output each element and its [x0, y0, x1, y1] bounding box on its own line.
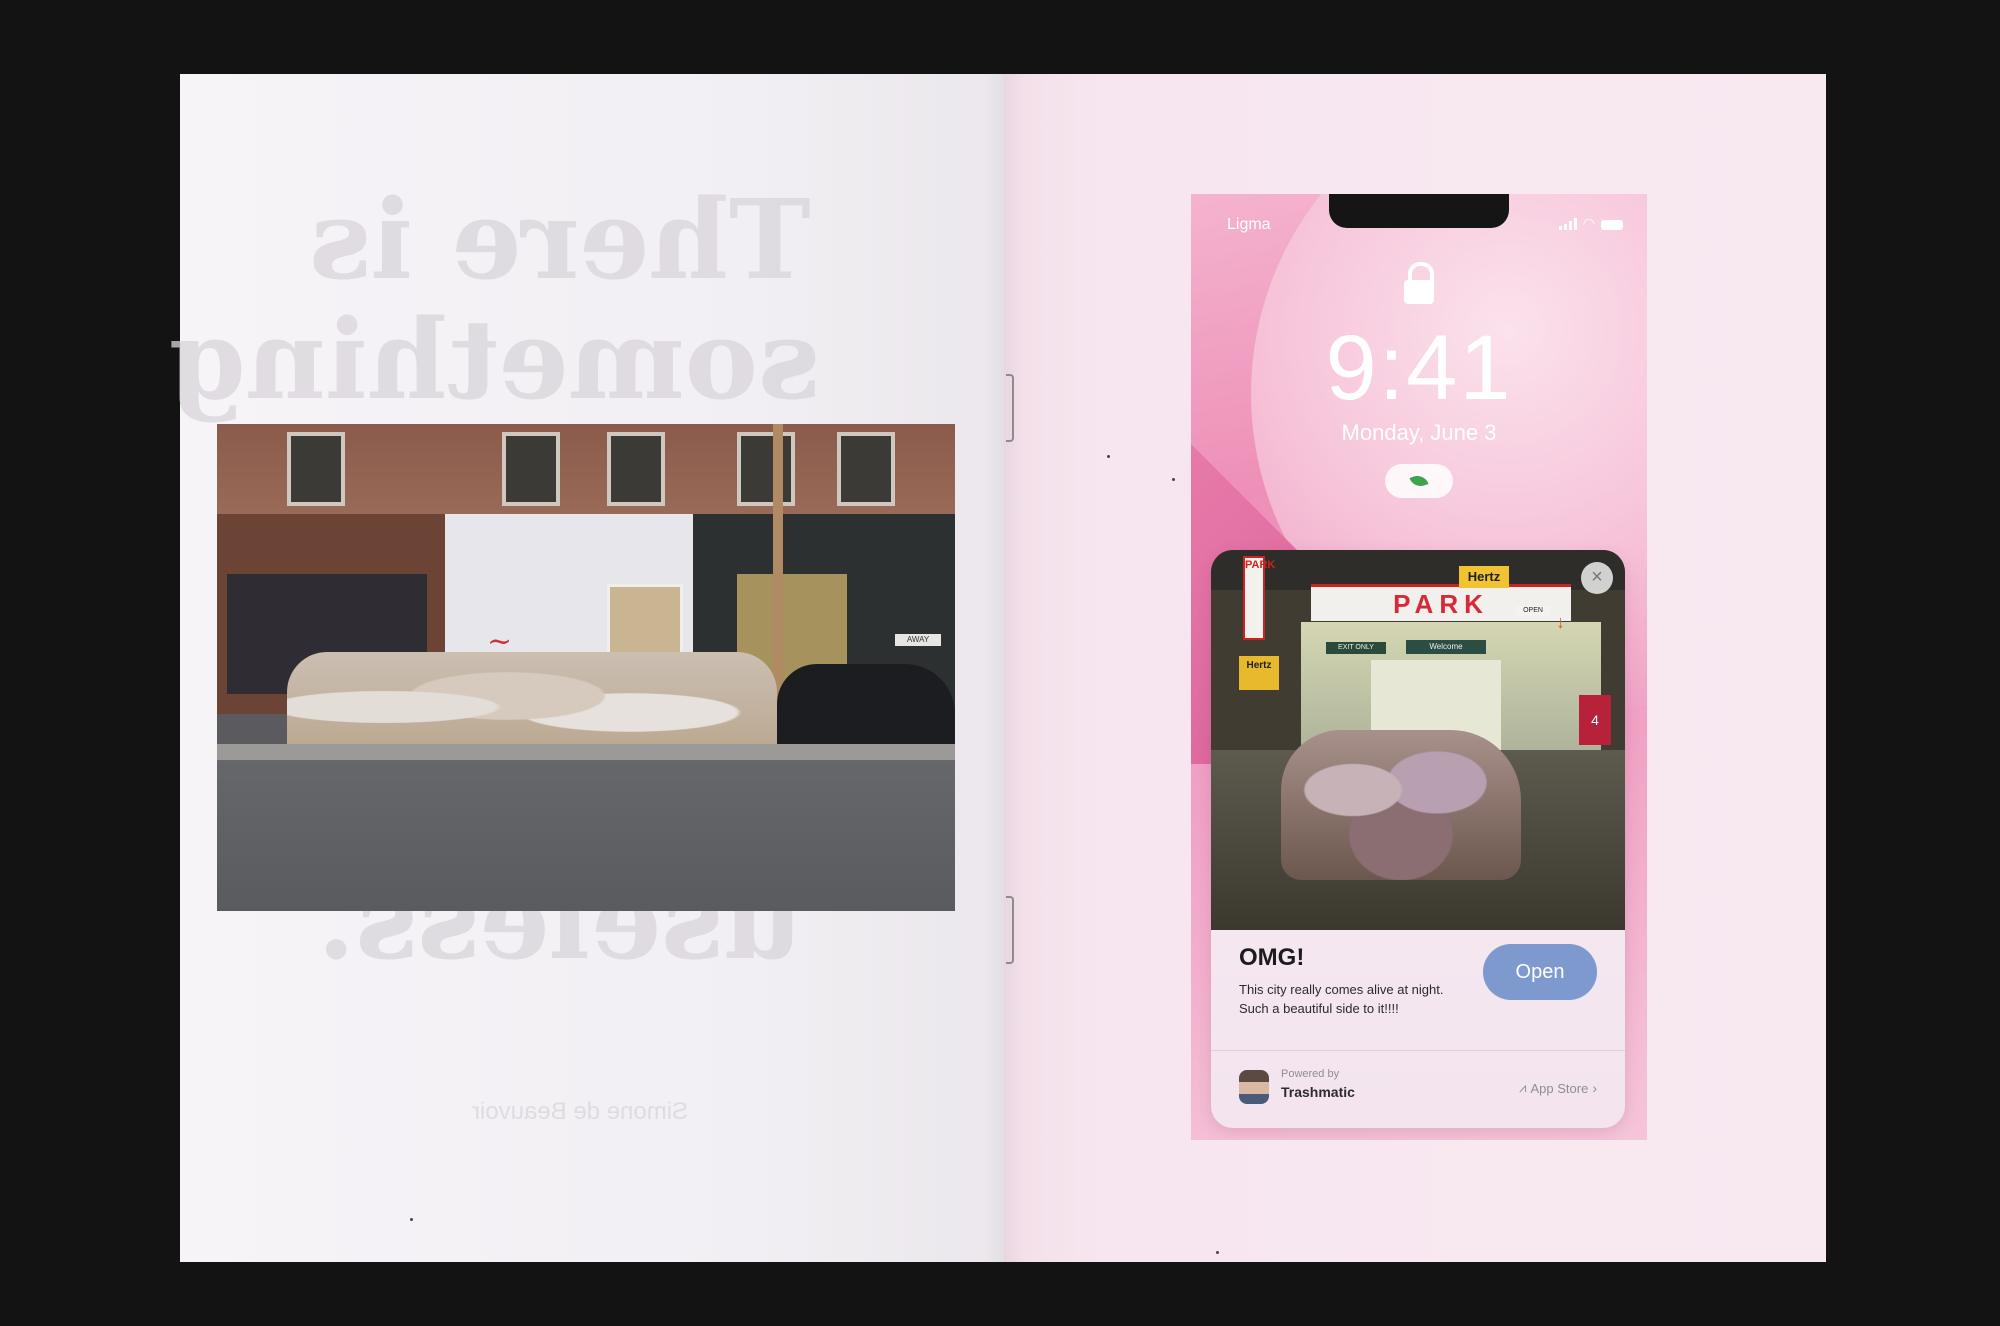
open-button[interactable]: Open — [1483, 944, 1597, 1000]
show-through-line-2: something — [168, 295, 820, 424]
status-bar-icons: ◠ — [1558, 215, 1623, 231]
signal-icon — [1558, 218, 1577, 230]
street — [217, 760, 955, 911]
battery-icon — [1601, 220, 1623, 230]
dust-speck — [410, 1218, 413, 1221]
open-sign: OPEN — [1516, 606, 1550, 616]
show-through-line-1: There is — [309, 175, 811, 304]
exit-only-sign: EXIT ONLY — [1326, 642, 1386, 654]
lock-screen-date: Monday, June 3 — [1341, 420, 1497, 445]
notification-card[interactable]: PARK Hertz Hertz PARK EXIT ONLY Welcome … — [1211, 550, 1625, 1128]
close-icon[interactable]: × — [1581, 562, 1613, 594]
street-trash-photo: AWAY ~ — [217, 424, 955, 911]
welcome-sign: Welcome — [1406, 640, 1486, 654]
lock-screen-time: 9:41 — [1325, 317, 1513, 419]
window — [737, 432, 795, 506]
avatar — [1239, 1070, 1269, 1104]
focus-pill[interactable] — [1385, 464, 1453, 498]
scan-background: There is something useless. Simone de Be… — [0, 0, 2000, 1326]
powered-by-label: Powered by — [1281, 1068, 1340, 1080]
down-arrow-icon: ↓ — [1556, 612, 1565, 632]
dust-speck — [1107, 455, 1110, 458]
vertical-park-sign: PARK — [1243, 556, 1275, 640]
window — [287, 432, 345, 506]
notification-title: OMG! — [1239, 944, 1305, 971]
spine-fold — [985, 74, 1025, 1262]
dust-speck — [1172, 478, 1175, 481]
garbage-heap — [1281, 730, 1521, 880]
phone-lock-screen: Ligma ◠ 9:41 Monday, June 3 PARK Hertz H… — [1191, 194, 1647, 1140]
show-through-author: Simone de Beauvoir — [471, 1098, 689, 1125]
staple-bottom — [1006, 896, 1014, 964]
away-store-sign: AWAY — [895, 634, 941, 646]
hertz-arrow-sign: Hertz — [1239, 656, 1279, 690]
dust-speck — [1216, 1251, 1219, 1254]
leaf-icon — [1409, 472, 1429, 490]
notification-body: This city really comes alive at night. S… — [1239, 982, 1444, 1016]
chevron-right-icon: › — [1592, 1080, 1597, 1096]
appstore-icon: ⩘ — [1519, 1080, 1527, 1095]
staple-top — [1006, 374, 1014, 442]
app-name: Trashmatic — [1281, 1084, 1355, 1100]
window — [607, 432, 665, 506]
parking-garage-photo: PARK Hertz Hertz PARK EXIT ONLY Welcome … — [1211, 550, 1625, 930]
lock-icon — [1400, 262, 1438, 306]
carrier-label: Ligma — [1227, 216, 1271, 233]
app-store-link[interactable]: ⩘ App Store › — [1519, 1080, 1597, 1096]
curb — [217, 744, 955, 760]
window — [502, 432, 560, 506]
phone-notch — [1329, 194, 1509, 228]
wifi-icon: ◠ — [1582, 215, 1595, 231]
window — [837, 432, 895, 506]
sandwich-board: 4 — [1579, 695, 1611, 745]
card-divider — [1211, 1050, 1625, 1051]
app-store-label: App Store — [1530, 1080, 1589, 1096]
hertz-sign: Hertz — [1459, 566, 1509, 588]
